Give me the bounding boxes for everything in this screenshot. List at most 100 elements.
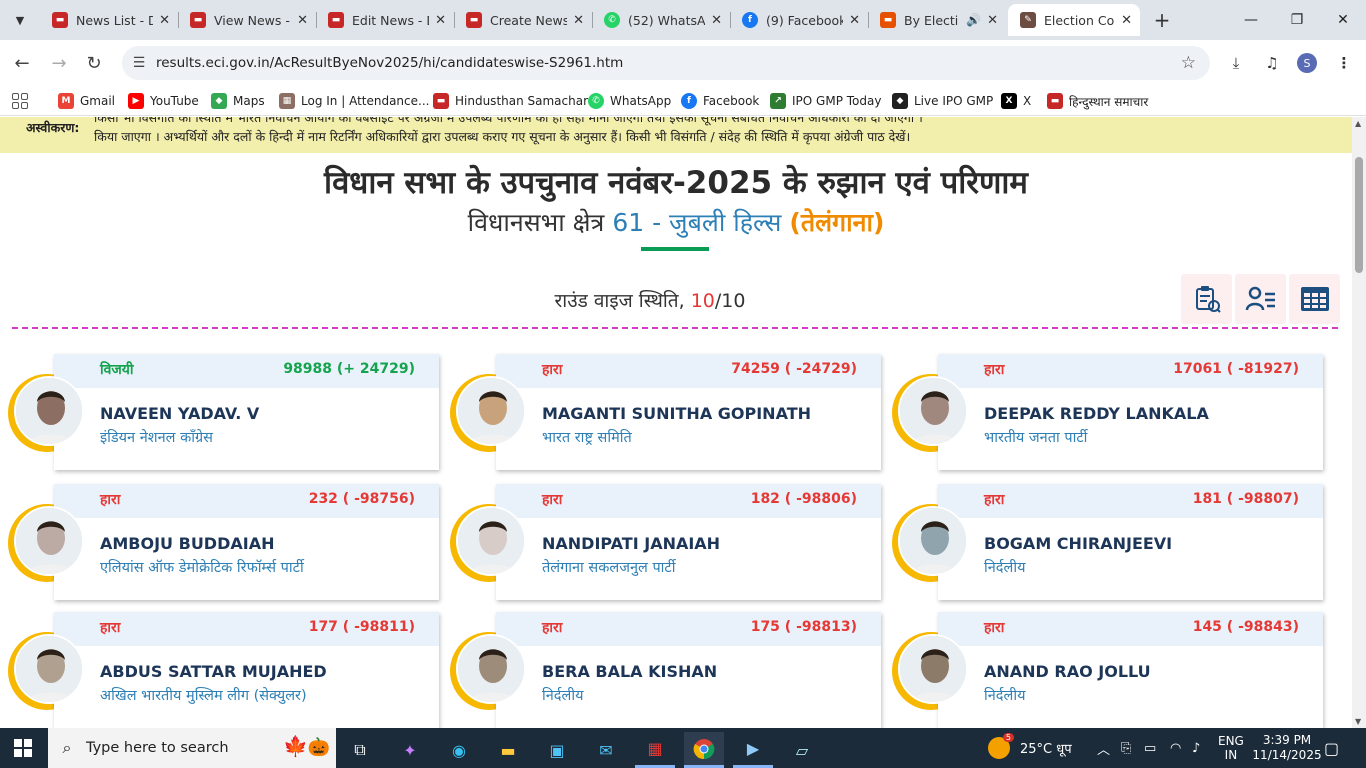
bookmark-hindusthan-samachar-hi[interactable]: ▬ हिन्दुस्थान समाचार bbox=[1047, 91, 1148, 111]
tab-title: (9) Facebook bbox=[766, 12, 844, 28]
close-icon[interactable]: ✕ bbox=[711, 13, 722, 28]
tab-news-list[interactable]: ▬ News List - D ✕ bbox=[40, 4, 179, 36]
whatsapp-icon: ✆ bbox=[604, 12, 620, 28]
tab-title: Edit News - D bbox=[352, 12, 430, 28]
result-status: हारा bbox=[542, 492, 563, 508]
bookmark-ipo-gmp-today[interactable]: ↗ IPO GMP Today bbox=[770, 91, 881, 111]
file-explorer-icon[interactable]: ▬ bbox=[488, 732, 528, 768]
candidate-photo bbox=[898, 376, 968, 446]
vote-count: 232 ( -98756) bbox=[308, 491, 415, 507]
party-name: भारतीय जनता पार्टी bbox=[984, 430, 1088, 446]
party-name: निर्दलीय bbox=[542, 688, 584, 704]
bookmark-hindusthan-samachar[interactable]: ▬ Hindusthan Samachar bbox=[433, 91, 588, 111]
windows-taskbar: ⌕ Type here to search 🍁 🎃 ⧉ ✦ ◉ ▬ ▣ ✉ ▦ … bbox=[0, 728, 1366, 768]
tab-whatsapp[interactable]: ✆ (52) WhatsA ✕ bbox=[592, 4, 731, 36]
microsoft-store-icon[interactable]: ▣ bbox=[537, 732, 577, 768]
weather-widget[interactable]: 5 25°C धूप bbox=[988, 728, 1072, 768]
bookmark-attendance[interactable]: ▦ Log In | Attendance... bbox=[279, 91, 429, 111]
scrollbar-thumb[interactable] bbox=[1355, 157, 1363, 273]
meet-now-icon[interactable]: ⎘ bbox=[1121, 728, 1131, 768]
new-tab-button[interactable]: + bbox=[1150, 8, 1174, 32]
search-placeholder: Type here to search bbox=[86, 740, 229, 756]
download-icon[interactable]: ⤓ bbox=[1224, 51, 1248, 75]
chrome-browser-icon[interactable] bbox=[684, 732, 724, 768]
news-favicon-icon: ▬ bbox=[466, 12, 482, 28]
tab-search-dropdown-icon[interactable]: ▼ bbox=[8, 8, 32, 32]
copilot-icon[interactable]: ✦ bbox=[390, 732, 430, 768]
minimize-button[interactable]: — bbox=[1228, 0, 1274, 40]
maximize-button[interactable]: ❐ bbox=[1274, 0, 1320, 40]
candidate-list-button[interactable] bbox=[1235, 274, 1286, 324]
candidate-name: ANAND RAO JOLLU bbox=[984, 662, 1151, 681]
volume-icon[interactable]: ♪ bbox=[1192, 728, 1200, 768]
user-list-icon bbox=[1245, 286, 1275, 311]
speaker-icon[interactable]: 🔊 bbox=[966, 13, 981, 27]
report-clipboard-button[interactable] bbox=[1181, 274, 1232, 324]
result-status: हारा bbox=[984, 620, 1005, 636]
scroll-up-icon[interactable]: ▲ bbox=[1355, 119, 1361, 128]
close-icon[interactable]: ✕ bbox=[1121, 13, 1132, 28]
close-icon[interactable]: ✕ bbox=[987, 13, 998, 28]
news-app-icon[interactable]: ▦ bbox=[635, 732, 675, 768]
result-status: हारा bbox=[100, 620, 121, 636]
profile-avatar[interactable]: S bbox=[1297, 53, 1317, 73]
tab-view-news[interactable]: ▬ View News - D ✕ bbox=[178, 4, 317, 36]
back-button[interactable]: ← bbox=[9, 50, 35, 76]
show-hidden-icons-icon[interactable]: ︿ bbox=[1097, 728, 1110, 768]
notification-icon[interactable]: ▢ bbox=[1324, 728, 1339, 768]
apps-grid-icon[interactable] bbox=[12, 93, 28, 109]
menu-kebab-icon[interactable]: ⋮ bbox=[1332, 51, 1356, 75]
vote-count: 145 ( -98843) bbox=[1192, 619, 1299, 635]
tab-edit-news[interactable]: ▬ Edit News - D ✕ bbox=[316, 4, 455, 36]
bookmark-label: YouTube bbox=[150, 94, 199, 108]
result-status: हारा bbox=[984, 362, 1005, 378]
edge-browser-icon[interactable]: ◉ bbox=[439, 732, 479, 768]
bookmark-gmail[interactable]: M Gmail bbox=[58, 91, 115, 111]
bookmark-label: Log In | Attendance... bbox=[301, 94, 430, 108]
bookmark-maps[interactable]: ◆ Maps bbox=[211, 91, 265, 111]
site-info-icon[interactable]: ☰ bbox=[122, 55, 156, 71]
windows-start-icon[interactable] bbox=[14, 739, 32, 757]
table-view-button[interactable] bbox=[1289, 274, 1340, 324]
address-bar[interactable]: ☰ ☆ bbox=[122, 46, 1210, 80]
close-icon[interactable]: ✕ bbox=[297, 13, 308, 28]
wifi-icon[interactable]: ◠ bbox=[1170, 728, 1181, 768]
close-icon[interactable]: ✕ bbox=[435, 13, 446, 28]
taskbar-search[interactable]: ⌕ Type here to search 🍁 🎃 bbox=[48, 728, 336, 768]
close-window-button[interactable]: ✕ bbox=[1320, 0, 1366, 40]
tab-create-news[interactable]: ▬ Create News ✕ bbox=[454, 4, 593, 36]
close-icon[interactable]: ✕ bbox=[849, 13, 860, 28]
bookmark-facebook[interactable]: f Facebook bbox=[681, 91, 759, 111]
tab-title: News List - D bbox=[76, 12, 154, 28]
tab-title: (52) WhatsA bbox=[628, 12, 706, 28]
bookmark-label: Live IPO GMP bbox=[914, 94, 994, 108]
vote-count: 177 ( -98811) bbox=[308, 619, 415, 635]
bookmark-live-ipo-gmp[interactable]: ◆ Live IPO GMP bbox=[892, 91, 993, 111]
bookmark-youtube[interactable]: ▶ YouTube bbox=[128, 91, 199, 111]
tab-election-commission[interactable]: ✎ Election Con ✕ bbox=[1008, 4, 1140, 36]
candidate-card: हारा 182 ( -98806) NANDIPATI JANAIAH तेलंगा… bbox=[496, 484, 881, 600]
notes-app-icon[interactable]: ▱ bbox=[782, 732, 822, 768]
bookmark-star-icon[interactable]: ☆ bbox=[1181, 53, 1196, 73]
scroll-down-icon[interactable]: ▼ bbox=[1355, 717, 1361, 726]
forward-button[interactable]: → bbox=[46, 50, 72, 76]
battery-icon[interactable]: ▭ bbox=[1144, 728, 1156, 768]
language-indicator[interactable]: ENG IN bbox=[1218, 728, 1244, 768]
candidate-photo bbox=[898, 506, 968, 576]
page-scrollbar[interactable]: ▲ ▼ bbox=[1352, 117, 1366, 728]
outlook-icon[interactable]: ✉ bbox=[586, 732, 626, 768]
clipboard-icon bbox=[1195, 286, 1221, 313]
reload-button[interactable]: ↻ bbox=[81, 50, 107, 76]
tab-facebook[interactable]: f (9) Facebook ✕ bbox=[730, 4, 869, 36]
bookmark-whatsapp[interactable]: ✆ WhatsApp bbox=[588, 91, 671, 111]
bookmark-x[interactable]: XX bbox=[1001, 91, 1031, 111]
media-player-icon[interactable]: ▶ bbox=[733, 732, 773, 768]
tab-by-election[interactable]: ▬ By Electi 🔊 ✕ bbox=[868, 4, 1006, 36]
url-input[interactable] bbox=[156, 55, 1136, 71]
close-icon[interactable]: ✕ bbox=[573, 13, 584, 28]
task-view-icon[interactable]: ⧉ bbox=[340, 732, 380, 768]
close-icon[interactable]: ✕ bbox=[159, 13, 170, 28]
media-controls-icon[interactable]: ♫ bbox=[1260, 51, 1284, 75]
clock[interactable]: 3:39 PM 11/14/2025 bbox=[1252, 728, 1321, 768]
tab-title: View News - D bbox=[214, 12, 291, 28]
